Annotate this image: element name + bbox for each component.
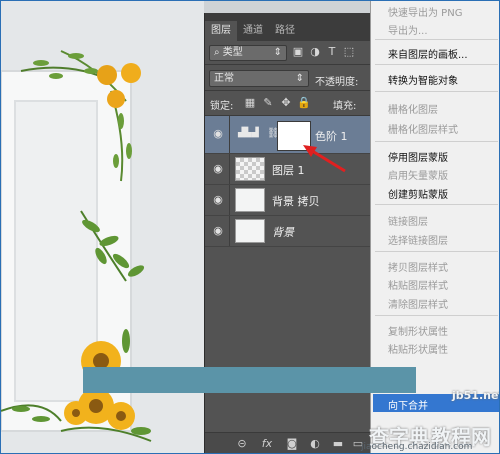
levels-adjustment-icon: ▟▙▟ — [238, 128, 259, 138]
menu-item-clear-layer-style[interactable]: 清除图层样式 — [388, 296, 448, 311]
opacity-label: 不透明度: — [315, 77, 359, 88]
filter-image-icon[interactable]: ▣ — [291, 45, 305, 59]
layer-filter-value: 类型 — [222, 47, 243, 58]
menu-separator — [375, 315, 498, 316]
annotation-arrow — [303, 145, 346, 173]
menu-item-copy-shape-attributes[interactable]: 复制形状属性 — [388, 323, 448, 338]
menu-separator — [375, 141, 498, 142]
filter-shape-icon[interactable]: ⬚ — [342, 45, 356, 59]
menu-item-rasterize-layer-style[interactable]: 栅格化图层样式 — [388, 121, 458, 136]
redaction-bar — [83, 367, 416, 393]
layer-thumbnail — [235, 219, 265, 243]
link-layers-icon[interactable]: ⊝ — [235, 437, 249, 451]
blend-mode-value: 正常 — [214, 73, 234, 84]
menu-item-merge-down[interactable]: 向下合并 — [388, 397, 428, 412]
menu-item-convert-smart-object[interactable]: 转换为智能对象 — [388, 72, 458, 87]
watermark-pinyin: jiaocheng.chazidian.com — [361, 442, 473, 452]
adjustment-icon[interactable]: ◐ — [308, 437, 322, 451]
menu-item-select-linked-layers[interactable]: 选择链接图层 — [388, 232, 448, 247]
layer-name: 背景 — [272, 226, 294, 239]
watermark-site: jb51.net — [452, 389, 500, 402]
menu-item-link-layers[interactable]: 链接图层 — [388, 213, 428, 228]
blend-row: 正常 ⇕ 不透明度: — [205, 65, 370, 90]
chevron-down-icon: ⇕ — [295, 73, 304, 84]
menu-item-export-as[interactable]: 导出为... — [388, 22, 428, 37]
layer-name: 色阶 1 — [315, 130, 348, 143]
divider — [229, 116, 230, 153]
filter-row: ⌕ 类型 ⇕ ▣ ◑ T ⬚ — [205, 41, 370, 64]
panel-tabs: 图层 通道 路径 — [205, 13, 370, 41]
layer-thumbnail — [235, 157, 265, 181]
menu-item-copy-layer-style[interactable]: 拷贝图层样式 — [388, 259, 448, 274]
menu-item-disable-layer-mask[interactable]: 停用图层蒙版 — [388, 149, 448, 164]
menu-separator — [375, 251, 498, 252]
panel-bottom-bar: ⊝ fx ◙ ◐ ▬ ▭ — [205, 432, 370, 453]
lock-row: 锁定: ▦ ✎ ✥ 🔒 填充: — [205, 91, 370, 115]
lock-all-icon[interactable]: 🔒 — [297, 96, 311, 110]
search-icon: ⌕ — [214, 47, 220, 58]
eye-icon[interactable]: ◉ — [212, 194, 224, 206]
menu-item-create-clipping-mask[interactable]: 创建剪贴蒙版 — [388, 186, 448, 201]
add-mask-icon[interactable]: ◙ — [285, 437, 299, 451]
divider — [229, 154, 230, 184]
layer-row-background-copy[interactable]: ◉ 背景 拷贝 — [205, 185, 370, 216]
screenshot-frame: 图层 通道 路径 ⌕ 类型 ⇕ ▣ ◑ T ⬚ 正常 ⇕ 不透明度: 锁定: ▦… — [0, 0, 500, 454]
menu-item-enable-vector-mask[interactable]: 启用矢量蒙版 — [388, 167, 448, 182]
layer-row-background[interactable]: ◉ 背景 — [205, 216, 370, 247]
filter-text-icon[interactable]: T — [325, 45, 339, 59]
eye-icon[interactable]: ◉ — [212, 163, 224, 175]
layer-filter-select[interactable]: ⌕ 类型 ⇕ — [209, 45, 287, 61]
divider — [229, 216, 230, 246]
tab-paths[interactable]: 路径 — [269, 21, 301, 41]
tab-layers[interactable]: 图层 — [205, 21, 237, 41]
lock-paint-icon[interactable]: ✎ — [261, 96, 275, 110]
lock-transparent-icon[interactable]: ▦ — [243, 96, 257, 110]
layer-name: 图层 1 — [272, 164, 305, 177]
filter-adjustment-icon[interactable]: ◑ — [308, 45, 322, 59]
lock-position-icon[interactable]: ✥ — [279, 96, 293, 110]
blend-mode-select[interactable]: 正常 ⇕ — [209, 70, 309, 87]
eye-icon[interactable]: ◉ — [212, 225, 224, 237]
menu-separator — [375, 64, 498, 65]
tab-channels[interactable]: 通道 — [237, 21, 269, 41]
lock-label: 锁定: — [210, 101, 234, 112]
menu-item-quick-export-png[interactable]: 快速导出为 PNG — [388, 4, 462, 19]
eye-icon[interactable]: ◉ — [212, 128, 224, 140]
chevron-down-icon: ⇕ — [273, 47, 282, 58]
menu-separator — [375, 39, 498, 40]
menu-item-artboard-from-layers[interactable]: 来自图层的画板... — [388, 46, 468, 61]
fx-icon[interactable]: fx — [260, 437, 274, 451]
menu-separator — [375, 91, 498, 92]
menu-separator — [375, 204, 498, 205]
folder-icon[interactable]: ▬ — [331, 437, 345, 451]
layer-thumbnail — [235, 188, 265, 212]
menu-item-rasterize-layer[interactable]: 栅格化图层 — [388, 101, 438, 116]
fill-label: 填充: — [333, 101, 357, 112]
menu-item-paste-layer-style[interactable]: 粘贴图层样式 — [388, 277, 448, 292]
menu-item-paste-shape-attributes[interactable]: 粘贴形状属性 — [388, 341, 448, 356]
divider — [229, 185, 230, 215]
layer-name: 背景 拷贝 — [272, 195, 320, 208]
